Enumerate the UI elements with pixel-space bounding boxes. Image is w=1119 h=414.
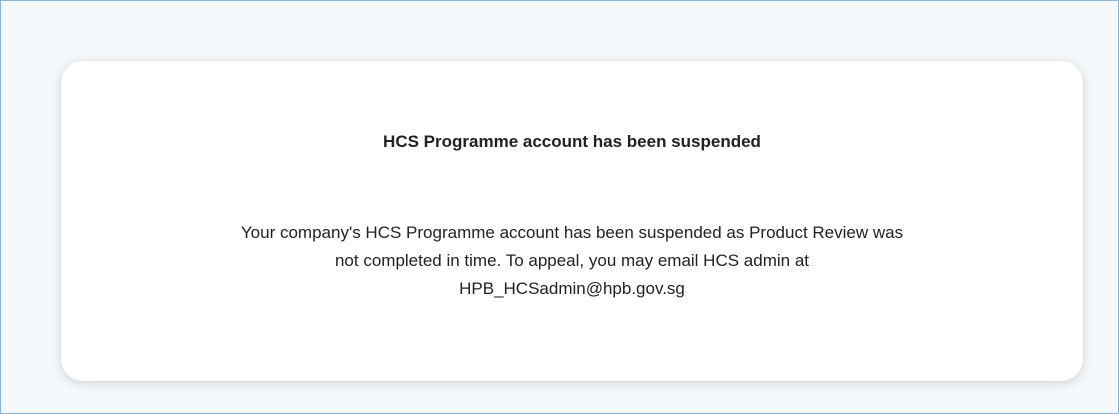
- page-frame: HCS Programme account has been suspended…: [0, 0, 1119, 414]
- notice-message-line: Your company's HCS Programme account has…: [240, 223, 904, 242]
- notice-message-line: not completed in time. To appeal, you ma…: [334, 251, 810, 270]
- admin-email-text: HPB_HCSadmin@hpb.gov.sg: [459, 279, 685, 298]
- notice-message: Your company's HCS Programme account has…: [121, 219, 1023, 303]
- notice-title: HCS Programme account has been suspended: [383, 132, 761, 151]
- suspension-notice-card: HCS Programme account has been suspended…: [61, 61, 1083, 381]
